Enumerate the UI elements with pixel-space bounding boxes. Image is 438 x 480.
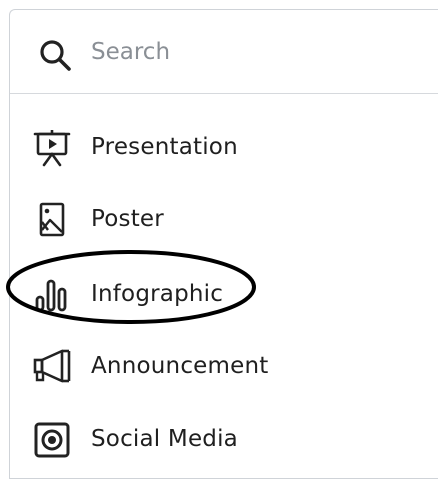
menu-item-label: Announcement (91, 353, 269, 379)
search-input[interactable] (91, 32, 411, 72)
menu-item-label: Poster (91, 206, 164, 232)
menu-item-poster[interactable]: Poster (10, 186, 430, 250)
menu-item-presentation[interactable]: Presentation (10, 114, 430, 178)
menu-item-label: Presentation (91, 134, 238, 160)
poster-icon (39, 202, 65, 237)
search-bar (10, 10, 438, 94)
presentation-icon (33, 130, 71, 167)
design-type-dropdown: Presentation Poster Infographic (9, 9, 438, 479)
social-media-icon (34, 422, 70, 458)
megaphone-icon (33, 349, 71, 383)
menu-item-infographic[interactable]: Infographic (10, 261, 430, 325)
menu-item-label: Infographic (91, 281, 224, 307)
search-icon (40, 40, 71, 71)
menu-item-announcement[interactable]: Announcement (10, 333, 430, 397)
menu-item-social-media[interactable]: Social Media (10, 406, 430, 470)
infographic-icon (35, 279, 67, 312)
menu-item-label: Social Media (91, 426, 238, 452)
